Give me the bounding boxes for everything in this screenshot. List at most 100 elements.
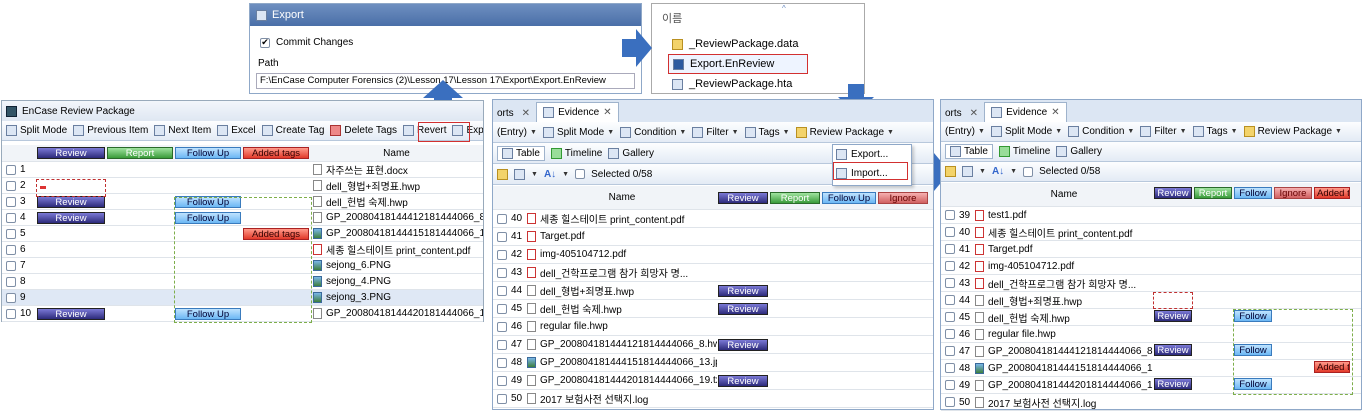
row-checkbox[interactable] <box>6 260 16 271</box>
tag-header-follow-up[interactable]: Follow Up <box>822 191 876 204</box>
table-row[interactable]: 43 dell_건학프로그램 참가 희망자 명... <box>941 275 1361 292</box>
create-tag-button[interactable]: Create Tag <box>261 125 324 136</box>
table-row[interactable]: 50 2017 보험사전 선택지.log <box>493 390 933 408</box>
row-checkbox[interactable] <box>497 393 507 404</box>
row-checkbox[interactable] <box>497 357 507 368</box>
table-row[interactable]: 42 img-405104712.pdf <box>941 258 1361 275</box>
tag-header-review[interactable]: Review <box>1154 187 1192 199</box>
filter-dropdown[interactable]: Filter ▼ <box>1140 126 1187 137</box>
table-row[interactable]: 40 세종 힐스테이트 print_content.pdf <box>493 210 933 228</box>
name-column-header[interactable]: Name <box>527 192 717 203</box>
row-checkbox[interactable] <box>497 339 507 350</box>
row-checkbox[interactable] <box>945 380 955 390</box>
row-checkbox[interactable] <box>945 397 955 407</box>
table-row[interactable]: 44 dell_형법+죄명표.hwp <box>941 292 1361 309</box>
condition-dropdown[interactable]: Condition ▼ <box>620 126 686 138</box>
row-checkbox[interactable] <box>6 308 16 319</box>
table-row[interactable]: 45 dell_헌법 숙제.hwp Review <box>493 300 933 318</box>
columns-icon[interactable] <box>962 166 973 177</box>
table-row[interactable]: 44 dell_형법+죄명표.hwp Review <box>493 282 933 300</box>
row-checkbox[interactable] <box>6 196 16 207</box>
row-checkbox[interactable] <box>945 227 955 237</box>
folder-item[interactable]: Export.EnReview <box>668 54 808 74</box>
row-checkbox[interactable] <box>6 276 16 287</box>
tab-evidence[interactable]: Evidence ✕ <box>984 102 1067 122</box>
row-checkbox[interactable] <box>945 261 955 271</box>
table-row[interactable]: 1 자주쓰는 표현.docx <box>2 162 483 178</box>
filter-dropdown[interactable]: Filter ▼ <box>692 126 739 138</box>
tag-header-added-t[interactable]: Added t <box>1314 187 1350 199</box>
table-row[interactable]: 46 regular file.hwp <box>493 318 933 336</box>
row-checkbox[interactable] <box>6 164 16 175</box>
row-checkbox[interactable] <box>945 244 955 254</box>
condition-dropdown[interactable]: Condition ▼ <box>1068 126 1134 137</box>
folder-item[interactable]: _ReviewPackage.data <box>668 34 858 54</box>
row-checkbox[interactable] <box>497 249 507 260</box>
row-checkbox[interactable] <box>945 295 955 305</box>
columns-icon[interactable] <box>514 168 525 180</box>
tab-reports[interactable]: orts <box>495 105 516 122</box>
row-checkbox[interactable] <box>6 212 16 223</box>
select-all-checkbox[interactable] <box>1023 166 1034 177</box>
excel-button[interactable]: Excel <box>217 125 256 136</box>
table-row[interactable]: 48 GP_200804181444151814444066_13.jpg <box>493 354 933 372</box>
review-package-dropdown[interactable]: Review Package ▼ <box>795 126 894 138</box>
tag-header-report[interactable]: Report <box>1194 187 1232 199</box>
tag-header-follow-up[interactable]: Follow Up <box>175 147 241 159</box>
commit-changes-row[interactable]: ✔ Commit Changes <box>250 26 641 54</box>
row-checkbox[interactable] <box>945 329 955 339</box>
table-row[interactable]: 43 dell_건학프로그램 참가 희망자 명... <box>493 264 933 282</box>
row-checkbox[interactable] <box>945 278 955 288</box>
tag-header-review[interactable]: Review <box>718 191 768 204</box>
tag-header-ignore[interactable]: Ignore <box>1274 187 1312 199</box>
entry-dropdown[interactable]: (Entry) ▼ <box>497 127 537 138</box>
sort-icon[interactable]: A↓ <box>992 166 1004 177</box>
tag-header-report[interactable]: Report <box>107 147 173 159</box>
row-checkbox[interactable] <box>6 244 16 255</box>
row-checkbox[interactable] <box>945 346 955 356</box>
view-gallery[interactable]: Gallery <box>1056 146 1102 157</box>
home-icon[interactable] <box>945 166 956 177</box>
tab-close-icon[interactable]: ✕ <box>1051 107 1059 118</box>
tags-dropdown[interactable]: Tags ▼ <box>1192 126 1238 137</box>
view-table[interactable]: Table <box>497 145 545 161</box>
row-checkbox[interactable] <box>497 213 507 224</box>
row-checkbox[interactable] <box>497 321 507 332</box>
table-row[interactable]: 39 test1.pdf <box>941 207 1361 224</box>
row-checkbox[interactable] <box>497 231 507 242</box>
split-mode-dropdown[interactable]: Split Mode ▼ <box>542 126 614 138</box>
tab-close-icon[interactable]: ✕ <box>603 107 611 118</box>
review-package-dropdown[interactable]: Review Package ▼ <box>1243 126 1342 137</box>
tag-header-added-tags[interactable]: Added tags <box>243 147 309 159</box>
table-row[interactable]: 40 세종 힐스테이트 print_content.pdf <box>941 224 1361 241</box>
row-checkbox[interactable] <box>497 285 507 296</box>
view-gallery[interactable]: Gallery <box>608 147 654 159</box>
row-checkbox[interactable] <box>497 267 507 278</box>
name-column-header[interactable]: Name <box>310 148 483 159</box>
delete-tags-button[interactable]: Delete Tags <box>330 125 397 136</box>
select-all-checkbox[interactable] <box>575 169 586 179</box>
view-timeline[interactable]: Timeline <box>998 146 1050 157</box>
row-checkbox[interactable] <box>6 228 16 239</box>
name-column-header[interactable]: Name <box>975 189 1153 200</box>
tag-header-review[interactable]: Review <box>37 147 105 159</box>
row-checkbox[interactable] <box>497 303 507 314</box>
previous-item-button[interactable]: Previous Item <box>73 125 148 136</box>
tab-reports-close-icon[interactable]: ✕ <box>968 105 980 122</box>
tag-header-report[interactable]: Report <box>770 191 820 204</box>
table-row[interactable]: 50 2017 보험사전 선택지.log <box>941 394 1361 411</box>
tab-reports-close-icon[interactable]: ✕ <box>520 105 532 122</box>
table-row[interactable]: 47GP_200804181444121814444066_8.hwpRevie… <box>493 336 933 354</box>
tab-reports[interactable]: orts <box>943 105 964 122</box>
view-timeline[interactable]: Timeline <box>550 147 602 159</box>
split-mode-button[interactable]: Split Mode <box>6 125 67 136</box>
sort-icon[interactable]: A↓ <box>544 169 556 180</box>
table-row[interactable]: 41 Target.pdf <box>493 228 933 246</box>
tag-header-follow[interactable]: Follow <box>1234 187 1272 199</box>
tags-dropdown[interactable]: Tags ▼ <box>744 126 790 138</box>
folder-item[interactable]: _ReviewPackage.hta <box>668 74 858 94</box>
view-table[interactable]: Table <box>945 144 993 159</box>
tab-evidence[interactable]: Evidence ✕ <box>536 102 619 122</box>
tag-header-ignore[interactable]: Ignore <box>878 191 928 204</box>
table-row[interactable]: 42 img-405104712.pdf <box>493 246 933 264</box>
